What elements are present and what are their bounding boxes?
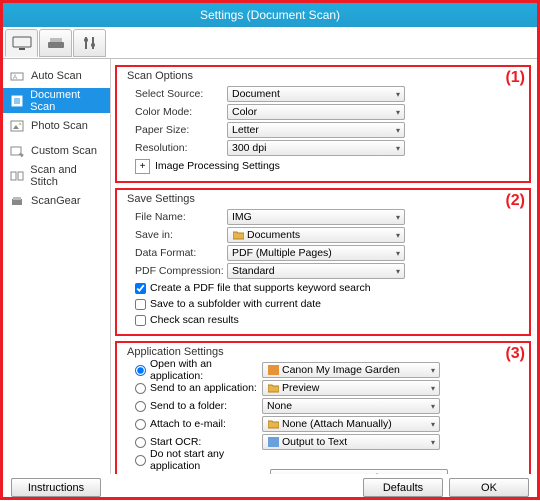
annotation-3: (3) [505,345,525,363]
app-icon [267,436,279,448]
resolution-combo[interactable]: 300 dpi▾ [227,140,405,156]
auto-scan-icon: A [9,69,25,83]
keyword-search-checkbox[interactable]: Create a PDF file that supports keyword … [127,280,519,296]
dialog-button-row: Instructions Defaults OK [3,474,537,501]
stitch-icon [9,169,24,183]
chevron-down-icon: ▾ [396,267,400,276]
sidebar-item-custom-scan[interactable]: Custom Scan [3,138,110,163]
sidebar-label: Document Scan [30,89,104,113]
save-settings-group: (2) Save Settings File Name:IMG▾ Save in… [115,188,531,336]
save-in-combo[interactable]: Documents▾ [227,227,405,243]
scanner-icon [46,36,66,50]
sidebar-label: Scan and Stitch [30,164,104,188]
send-to-folder-radio[interactable]: Send to a folder: [127,397,262,415]
settings-window: Settings (Document Scan) A Auto Scan Docu… [0,0,540,500]
chevron-down-icon: ▾ [396,126,400,135]
scangear-icon [9,194,25,208]
defaults-button[interactable]: Defaults [363,478,443,497]
chevron-down-icon: ▾ [396,231,400,240]
instructions-button[interactable]: Instructions [11,478,101,497]
custom-scan-icon [9,144,25,158]
open-with-app-combo[interactable]: Canon My Image Garden▾ [262,362,440,378]
paper-size-label: Paper Size: [127,124,227,136]
check-results-checkbox[interactable]: Check scan results [127,312,519,328]
chevron-down-icon: ▾ [431,420,435,429]
scan-options-group: (1) Scan Options Select Source:Document▾… [115,65,531,183]
save-settings-title: Save Settings [127,193,519,205]
resolution-label: Resolution: [127,142,227,154]
folder-icon [267,382,279,394]
send-to-app-radio[interactable]: Send to an application: [127,379,262,397]
sidebar-label: ScanGear [31,195,81,207]
scan-options-title: Scan Options [127,70,519,82]
main-panel: (1) Scan Options Select Source:Document▾… [111,59,537,474]
file-name-combo[interactable]: IMG▾ [227,209,405,225]
pdf-compression-combo[interactable]: Standard▾ [227,263,405,279]
send-to-app-combo[interactable]: Preview▾ [262,380,440,396]
attach-email-radio[interactable]: Attach to e-mail: [127,415,262,433]
sidebar-item-auto-scan[interactable]: A Auto Scan [3,63,110,88]
file-name-label: File Name: [127,211,227,223]
titlebar: Settings (Document Scan) [3,3,537,27]
app-icon [267,364,279,376]
document-scan-icon [9,94,24,108]
more-functions-button[interactable]: More Functions [270,469,448,474]
start-ocr-combo[interactable]: Output to Text▾ [262,434,440,450]
subfolder-checkbox[interactable]: Save to a subfolder with current date [127,296,519,312]
body: A Auto Scan Document Scan Photo Scan Cust… [3,59,537,474]
chevron-down-icon: ▾ [396,108,400,117]
sidebar-item-scangear[interactable]: ScanGear [3,188,110,213]
chevron-down-icon: ▾ [431,438,435,447]
chevron-down-icon: ▾ [396,90,400,99]
sidebar: A Auto Scan Document Scan Photo Scan Cust… [3,59,111,474]
sliders-icon [81,35,99,51]
toolbar [3,27,537,59]
chevron-down-icon: ▾ [396,144,400,153]
expand-image-processing[interactable]: + [135,159,150,174]
photo-scan-icon [9,119,25,133]
tab-from-computer[interactable] [5,29,38,57]
data-format-label: Data Format: [127,247,227,259]
folder-icon [232,229,244,241]
sidebar-label: Photo Scan [31,120,88,132]
annotation-2: (2) [505,192,525,210]
chevron-down-icon: ▾ [396,249,400,258]
application-settings-group: (3) Application Settings Open with an ap… [115,341,531,474]
app-settings-title: Application Settings [127,346,519,358]
send-to-folder-combo[interactable]: None▾ [262,398,440,414]
tab-from-scanner[interactable] [39,29,72,57]
sidebar-item-document-scan[interactable]: Document Scan [3,88,110,113]
select-source-combo[interactable]: Document▾ [227,86,405,102]
sidebar-item-scan-stitch[interactable]: Scan and Stitch [3,163,110,188]
sidebar-item-photo-scan[interactable]: Photo Scan [3,113,110,138]
annotation-1: (1) [505,69,525,87]
ok-button[interactable]: OK [449,478,529,497]
sidebar-label: Auto Scan [31,70,82,82]
data-format-combo[interactable]: PDF (Multiple Pages)▾ [227,245,405,261]
chevron-down-icon: ▾ [431,402,435,411]
no-start-radio[interactable]: Do not start any application [127,451,262,469]
svg-text:A: A [13,75,17,81]
monitor-icon [12,36,32,50]
tab-preferences[interactable] [73,29,106,57]
window-title: Settings (Document Scan) [200,8,340,22]
sidebar-label: Custom Scan [31,145,97,157]
folder-icon [267,418,279,430]
color-mode-label: Color Mode: [127,106,227,118]
chevron-down-icon: ▾ [431,384,435,393]
color-mode-combo[interactable]: Color▾ [227,104,405,120]
select-source-label: Select Source: [127,88,227,100]
attach-email-combo[interactable]: None (Attach Manually)▾ [262,416,440,432]
chevron-down-icon: ▾ [431,366,435,375]
pdf-compression-label: PDF Compression: [127,265,227,277]
open-with-app-radio[interactable]: Open with an application: [127,361,262,379]
image-processing-label: Image Processing Settings [155,160,280,172]
chevron-down-icon: ▾ [396,213,400,222]
paper-size-combo[interactable]: Letter▾ [227,122,405,138]
save-in-label: Save in: [127,229,227,241]
